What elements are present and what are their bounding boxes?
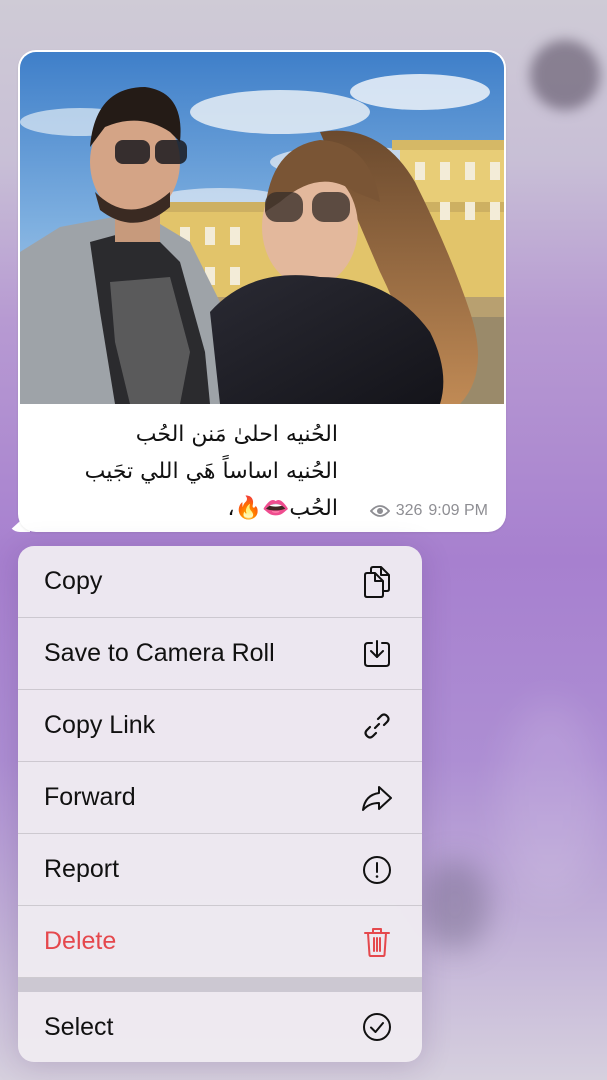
menu-item-label: Copy Link	[44, 711, 156, 739]
menu-item-label: Copy	[44, 567, 103, 595]
checkmark-circle-icon	[360, 1010, 394, 1044]
menu-item-label: Forward	[44, 783, 136, 811]
forward-arrow-icon	[360, 781, 394, 815]
exclamation-circle-icon	[360, 853, 394, 887]
context-menu: Copy Save to Camera Roll Copy Link Forwa…	[18, 546, 422, 1062]
menu-item-copy[interactable]: Copy	[18, 546, 422, 618]
message-photo[interactable]	[20, 52, 504, 404]
message-time: 9:09 PM	[428, 502, 488, 519]
eye-icon	[369, 505, 390, 517]
menu-section-divider	[18, 978, 422, 992]
link-icon	[360, 709, 394, 743]
menu-item-save-to-camera-roll[interactable]: Save to Camera Roll	[18, 618, 422, 690]
background-blur	[500, 700, 600, 900]
caption-line: الحُنيه احلىٰ مَنن الحُب	[135, 422, 338, 447]
download-icon	[360, 637, 394, 671]
menu-item-copy-link[interactable]: Copy Link	[18, 690, 422, 762]
menu-item-label: Report	[44, 855, 120, 883]
view-count: 326	[395, 502, 423, 519]
menu-item-label: Select	[44, 1012, 114, 1041]
menu-item-select[interactable]: Select	[18, 992, 422, 1062]
menu-item-report[interactable]: Report	[18, 834, 422, 906]
caption-line: الحُب👄🔥،	[227, 496, 338, 521]
message-meta: 326 9:09 PM	[369, 502, 488, 520]
background-blur	[530, 40, 600, 110]
copy-icon	[360, 565, 394, 599]
menu-item-forward[interactable]: Forward	[18, 762, 422, 834]
message-bubble[interactable]: الحُنيه احلىٰ مَنن الحُب الحُنيه اساساً …	[18, 50, 506, 532]
trash-icon	[360, 925, 394, 959]
caption-line: الحُنيه اساساً هَي اللي تجَيب	[84, 459, 338, 484]
menu-item-label: Save to Camera Roll	[44, 639, 275, 667]
menu-item-delete[interactable]: Delete	[18, 906, 422, 978]
background-blur	[420, 860, 490, 950]
menu-item-label: Delete	[44, 927, 117, 955]
message-caption: الحُنيه احلىٰ مَنن الحُب الحُنيه اساساً …	[28, 416, 338, 527]
